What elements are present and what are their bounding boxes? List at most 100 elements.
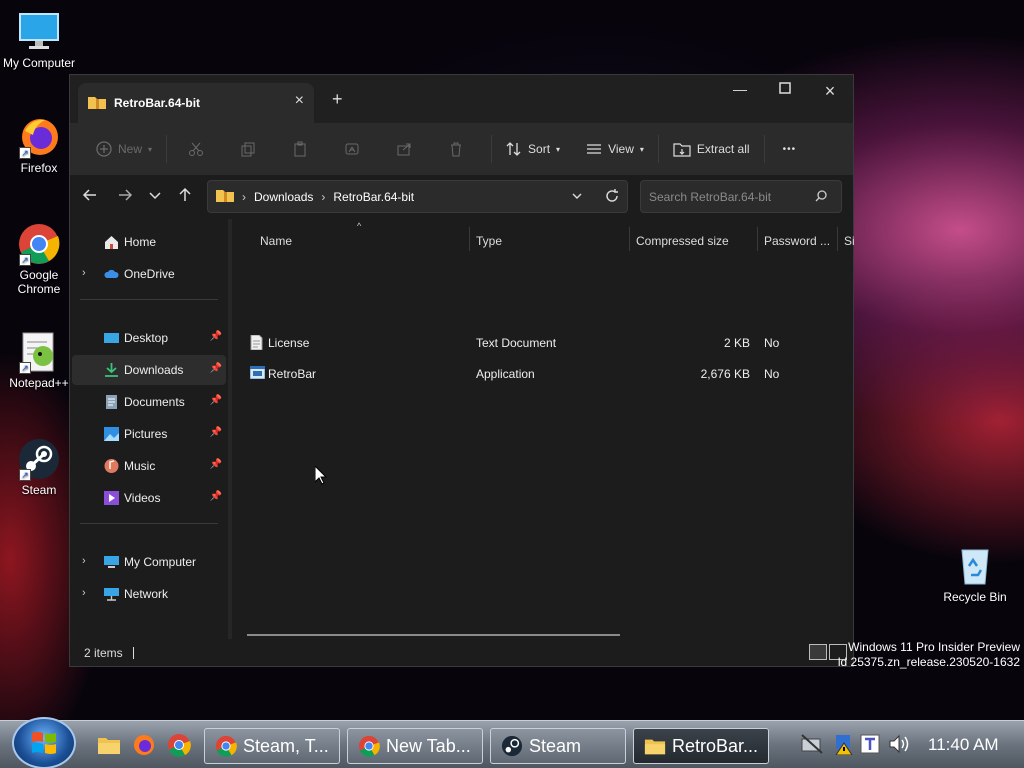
sidebar-item-onedrive[interactable]: › OneDrive [72, 259, 226, 289]
task-label: Steam, T... [243, 735, 329, 756]
sidebar-item-network[interactable]: › Network [72, 579, 226, 609]
column-divider[interactable] [629, 227, 630, 251]
paste-button[interactable] [277, 133, 329, 165]
desktop-icon-firefox[interactable]: ↗ Firefox [1, 115, 77, 175]
status-bar: 2 items [70, 640, 853, 666]
table-row[interactable]: RetroBar Application 2,676 KB No [246, 361, 846, 387]
column-divider[interactable] [837, 227, 838, 251]
sidebar-item-documents[interactable]: Documents 📌 [72, 387, 226, 417]
column-divider[interactable] [757, 227, 758, 251]
table-row[interactable]: License Text Document 2 KB No [246, 330, 846, 356]
rename-button[interactable] [329, 133, 381, 165]
column-divider[interactable] [469, 227, 470, 251]
sidebar-item-pictures[interactable]: Pictures 📌 [72, 419, 226, 449]
sidebar-item-my-computer[interactable]: › My Computer [72, 547, 226, 577]
sidebar-item-home[interactable]: Home [72, 227, 226, 257]
tab-retrobar[interactable]: RetroBar.64-bit × [78, 83, 314, 123]
recent-locations-button[interactable] [148, 187, 162, 206]
watermark-edition: Windows 11 Pro Insider Preview [848, 640, 1020, 654]
sidebar-item-downloads[interactable]: Downloads 📌 [72, 355, 226, 385]
refresh-icon[interactable] [605, 189, 619, 206]
share-icon [397, 143, 411, 156]
column-header-password[interactable]: Password ... [764, 229, 830, 253]
file-type: Text Document [476, 336, 557, 350]
desktop-icon-steam[interactable]: ↗ Steam [1, 437, 77, 497]
share-button[interactable] [381, 133, 433, 165]
desktop-icon-label: Google Chrome [17, 268, 61, 296]
extract-all-button[interactable]: Extract all [665, 133, 758, 165]
maximize-button[interactable] [770, 81, 800, 97]
folder-icon [98, 738, 120, 754]
chevron-down-icon: ▾ [148, 144, 153, 154]
column-header-name[interactable]: Name [260, 229, 292, 253]
start-button[interactable] [12, 717, 76, 768]
volume-icon[interactable] [888, 733, 912, 758]
desktop-icon-recycle-bin[interactable]: Recycle Bin [937, 544, 1013, 604]
search-input[interactable] [640, 180, 842, 213]
delete-button[interactable] [433, 133, 485, 165]
sort-button[interactable]: Sort ▾ [498, 133, 568, 165]
sidebar-item-videos[interactable]: Videos 📌 [72, 483, 226, 513]
pin-icon[interactable]: 📌 [210, 491, 222, 502]
view-button[interactable]: View ▾ [578, 133, 652, 165]
chevron-right-icon[interactable]: › [82, 555, 86, 567]
pin-icon[interactable]: 📌 [210, 363, 222, 374]
breadcrumb-retrobar[interactable]: RetroBar.64-bit [333, 190, 414, 204]
desktop-folder-icon [104, 331, 119, 345]
cut-button[interactable] [173, 133, 225, 165]
breadcrumb-downloads[interactable]: Downloads [254, 190, 313, 204]
pin-icon[interactable]: 📌 [210, 395, 222, 406]
desktop-icon-notepadpp[interactable]: ↗ Notepad++ [1, 330, 77, 390]
pin-icon[interactable]: 📌 [210, 459, 222, 470]
up-button[interactable] [177, 187, 193, 206]
scissors-icon [189, 142, 204, 156]
taskbar-task-steam[interactable]: Steam [490, 728, 626, 764]
pin-icon[interactable]: 📌 [210, 427, 222, 438]
minimize-button[interactable]: — [725, 81, 755, 97]
copy-button[interactable] [225, 133, 277, 165]
desktop-icon-my-computer[interactable]: My Computer [1, 10, 77, 70]
taskbar-pin-firefox[interactable] [132, 733, 156, 757]
column-header-size[interactable]: Si [844, 229, 855, 253]
breadcrumb-chevron-icon: › [242, 189, 246, 204]
more-options-button[interactable]: ••• [771, 133, 809, 165]
details-view-button[interactable] [809, 644, 827, 660]
chevron-right-icon[interactable]: › [82, 587, 86, 599]
desktop-icon-label: Recycle Bin [943, 590, 1007, 604]
sidebar-item-label: Downloads [124, 363, 184, 377]
sidebar-item-desktop[interactable]: Desktop 📌 [72, 323, 226, 353]
taskbar-pin-chrome[interactable] [167, 733, 191, 757]
chrome-icon: ↗ [17, 222, 61, 266]
security-warning-icon[interactable] [832, 733, 856, 758]
tab-title: RetroBar.64-bit [114, 96, 201, 110]
taskbar-task-steam-chrome[interactable]: Steam, T... [204, 728, 340, 764]
taskbar-task-new-tab[interactable]: New Tab... [347, 728, 483, 764]
clipboard-icon [294, 141, 306, 157]
sidebar-item-music[interactable]: Music 📌 [72, 451, 226, 481]
chrome-icon [215, 735, 237, 757]
new-button[interactable]: New ▾ [88, 133, 160, 165]
network-disconnected-icon[interactable] [800, 733, 824, 758]
forward-button[interactable] [117, 187, 133, 206]
back-button[interactable] [82, 187, 98, 206]
desktop-icon-chrome[interactable]: ↗ Google Chrome [1, 222, 77, 296]
navigation-bar: › Downloads › RetroBar.64-bit [70, 175, 853, 219]
sidebar-item-label: Music [124, 459, 156, 473]
column-header-type[interactable]: Type [476, 229, 502, 253]
tab-close-icon[interactable]: × [295, 93, 304, 109]
close-button[interactable]: × [815, 81, 845, 102]
chevron-right-icon[interactable]: › [82, 267, 86, 279]
address-bar[interactable]: › Downloads › RetroBar.64-bit [207, 180, 628, 213]
file-name: RetroBar [268, 367, 317, 381]
taskbar-pin-explorer[interactable] [97, 733, 121, 757]
column-header-compressed-size[interactable]: Compressed size [636, 229, 729, 253]
address-history-chevron-icon[interactable] [571, 189, 583, 206]
horizontal-scrollbar[interactable] [247, 634, 620, 636]
firefox-icon [134, 735, 154, 755]
new-tab-button[interactable]: + [332, 89, 343, 110]
pin-icon[interactable]: 📌 [210, 331, 222, 342]
taskbar-clock[interactable]: 11:40 AM [928, 735, 999, 755]
teams-icon[interactable] [860, 733, 882, 758]
taskbar-task-explorer[interactable]: RetroBar... [633, 728, 769, 764]
zip-folder-icon [88, 95, 106, 112]
